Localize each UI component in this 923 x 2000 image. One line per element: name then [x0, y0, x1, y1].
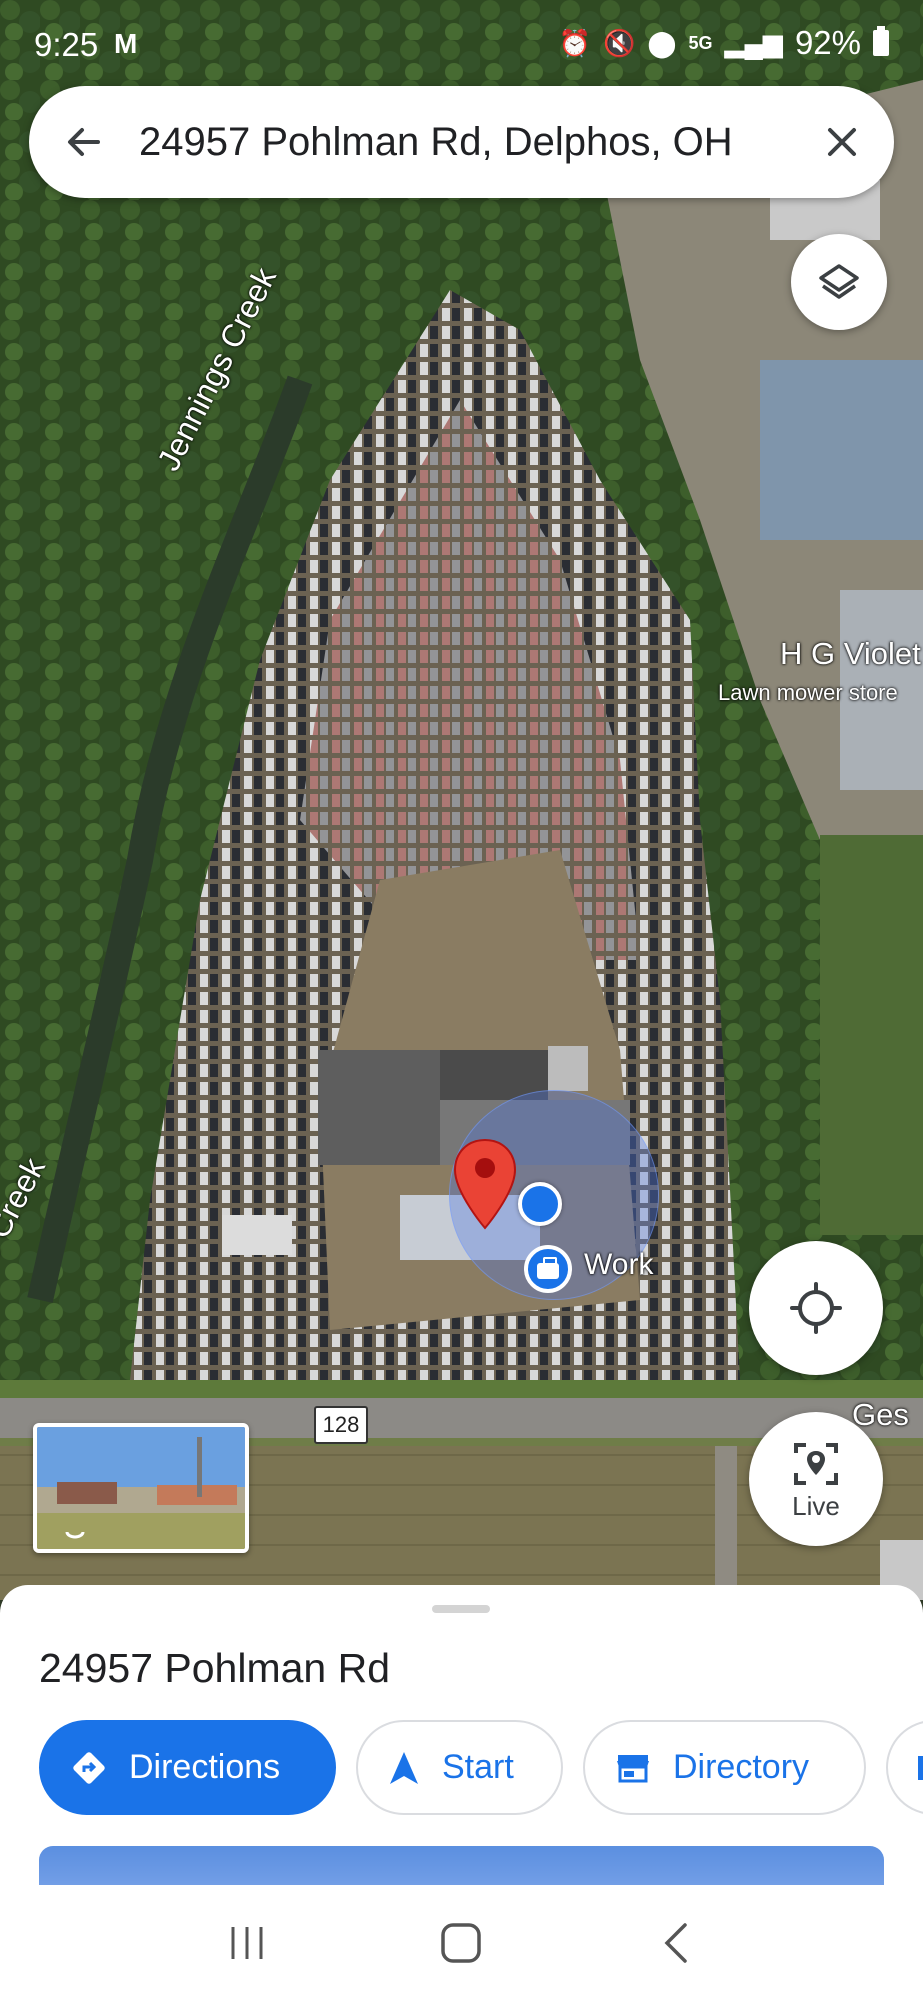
- location-icon: ⬤: [647, 27, 677, 58]
- street-view-thumbnail[interactable]: [33, 1423, 249, 1553]
- system-nav-bar: [0, 1885, 923, 2000]
- layers-icon: [819, 264, 859, 299]
- live-label: Live: [792, 1490, 840, 1521]
- my-location-button[interactable]: [749, 1241, 883, 1375]
- directions-button[interactable]: Directions: [39, 1720, 336, 1815]
- directory-button[interactable]: Directory: [583, 1720, 866, 1815]
- work-briefcase-icon[interactable]: [524, 1245, 572, 1293]
- store-icon: [615, 1752, 651, 1784]
- work-label[interactable]: Work: [584, 1248, 653, 1282]
- start-label: Start: [442, 1748, 514, 1786]
- mute-icon: 🔇: [603, 27, 636, 58]
- status-time: 9:25: [34, 26, 99, 63]
- drag-handle[interactable]: [432, 1605, 490, 1613]
- alarm-icon: ⏰: [558, 27, 592, 58]
- gmail-icon: M: [114, 28, 138, 59]
- live-view-icon: [794, 1442, 838, 1485]
- recent-apps-icon[interactable]: [197, 1903, 297, 1983]
- status-bar: 9:25 M ⏰ 🔇 ⬤ 5G ▂▄▆ 92%: [0, 0, 923, 86]
- signal-icon: ▂▄▆: [724, 27, 783, 58]
- back-icon[interactable]: [626, 1903, 726, 1983]
- live-view-button[interactable]: Live: [749, 1412, 883, 1546]
- my-location-dot: [518, 1182, 562, 1226]
- place-title: 24957 Pohlman Rd: [39, 1645, 391, 1691]
- start-button[interactable]: Start: [356, 1720, 563, 1815]
- poi-name[interactable]: H G Violet: [780, 636, 921, 672]
- battery-icon: [873, 26, 889, 56]
- directions-label: Directions: [129, 1748, 281, 1786]
- search-bar[interactable]: 24957 Pohlman Rd, Delphos, OH: [29, 86, 894, 198]
- search-input[interactable]: 24957 Pohlman Rd, Delphos, OH: [139, 120, 790, 165]
- status-icons: ⏰ 🔇 ⬤ 5G ▂▄▆ 92%: [559, 24, 889, 62]
- action-chips: Directions Start Directory: [39, 1720, 923, 1815]
- layers-button[interactable]: [791, 234, 887, 330]
- more-actions-button[interactable]: [886, 1720, 923, 1815]
- place-pin-icon[interactable]: [452, 1138, 518, 1230]
- my-location-icon: [790, 1282, 842, 1334]
- directory-label: Directory: [673, 1748, 810, 1786]
- partial-chip-icon: [916, 1750, 923, 1786]
- 5g-icon: 5G: [688, 32, 713, 53]
- road-label[interactable]: Ges: [852, 1397, 909, 1433]
- battery-percent: 92%: [794, 24, 861, 61]
- directions-icon: [71, 1750, 107, 1786]
- poi-category[interactable]: Lawn mower store: [718, 680, 898, 706]
- navigation-arrow-icon: [388, 1750, 420, 1786]
- arrow-back-icon[interactable]: [29, 86, 139, 198]
- close-icon[interactable]: [790, 86, 894, 198]
- home-icon[interactable]: [411, 1903, 511, 1983]
- place-photo-strip[interactable]: [39, 1846, 884, 1885]
- place-sheet[interactable]: 24957 Pohlman Rd Directions Start Direct…: [0, 1585, 923, 1885]
- route-shield: 128: [314, 1406, 368, 1444]
